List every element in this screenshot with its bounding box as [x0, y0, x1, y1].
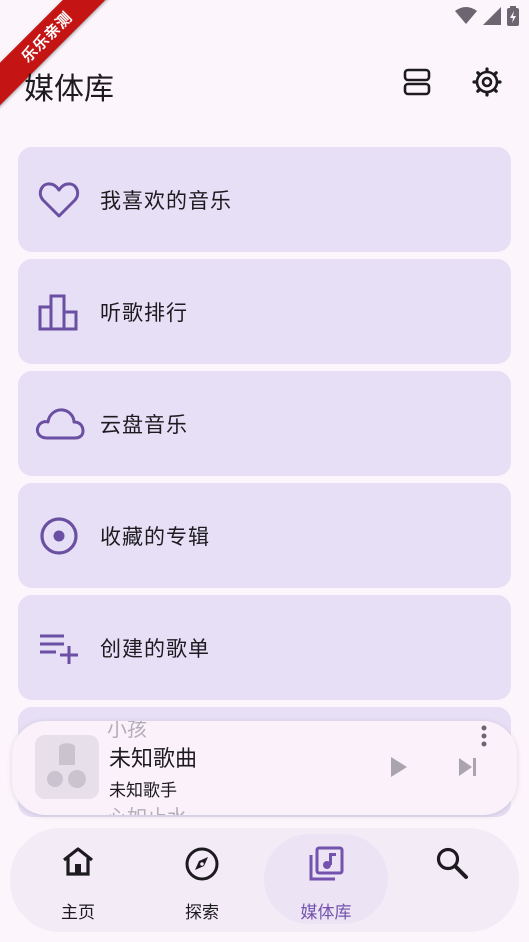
album-cover — [35, 735, 99, 799]
lyric-previous-line: 小孩 — [107, 721, 147, 741]
cloud-icon — [34, 403, 86, 445]
library-item-playlists[interactable]: 创建的歌单 — [18, 595, 511, 700]
nav-label: 探索 — [185, 903, 219, 923]
heart-icon — [38, 179, 80, 221]
app-bar: 媒体库 — [0, 52, 529, 114]
skip-next-icon — [456, 758, 480, 783]
lyric-next-line: 心如止水 — [107, 801, 187, 815]
library-item-label: 云盘音乐 — [100, 413, 188, 437]
settings-button[interactable] — [467, 64, 507, 104]
home-icon — [16, 846, 140, 876]
battery-icon — [507, 6, 519, 30]
library-item-favorites[interactable]: 我喜欢的音乐 — [18, 147, 511, 252]
library-item-label: 创建的歌单 — [100, 637, 210, 661]
view-toggle-button[interactable] — [397, 64, 437, 104]
library-item-label: 听歌排行 — [100, 301, 188, 325]
nav-label: 媒体库 — [300, 903, 352, 923]
search-icon — [390, 846, 514, 880]
nav-explore[interactable]: 探索 — [140, 834, 264, 924]
song-artist: 未知歌手 — [109, 781, 177, 801]
more-vert-icon — [478, 725, 490, 751]
play-icon — [386, 757, 410, 784]
library-item-label: 收藏的专辑 — [100, 525, 210, 549]
settings-gear-icon — [471, 66, 503, 102]
page-title: 媒体库 — [24, 72, 114, 107]
library-item-cloud[interactable]: 云盘音乐 — [18, 371, 511, 476]
signal-icon — [483, 7, 501, 29]
mini-player[interactable]: 小孩 心如止水 未知歌曲 未知歌手 — [12, 721, 517, 815]
more-options-button[interactable] — [478, 725, 490, 747]
nav-search[interactable] — [390, 834, 514, 924]
library-item-albums[interactable]: 收藏的专辑 — [18, 483, 511, 588]
compass-icon — [140, 846, 264, 882]
skip-next-button[interactable] — [456, 755, 480, 779]
view-toggle-icon — [402, 67, 432, 101]
library-item-label: 我喜欢的音乐 — [100, 189, 232, 213]
nav-home[interactable]: 主页 — [16, 834, 140, 924]
album-disc-icon — [38, 515, 80, 557]
nav-library[interactable]: 媒体库 — [264, 834, 388, 924]
playlist-add-icon — [38, 627, 80, 669]
music-placeholder-icon — [35, 743, 99, 803]
library-item-ranking[interactable]: 听歌排行 — [18, 259, 511, 364]
bar-chart-icon — [38, 291, 80, 333]
nav-label: 主页 — [61, 903, 95, 923]
play-button[interactable] — [386, 754, 410, 780]
library-music-icon — [264, 846, 388, 882]
bottom-navigation: 主页 探索 媒体库 — [10, 828, 519, 932]
song-title: 未知歌曲 — [109, 747, 198, 772]
wifi-icon — [455, 7, 477, 29]
